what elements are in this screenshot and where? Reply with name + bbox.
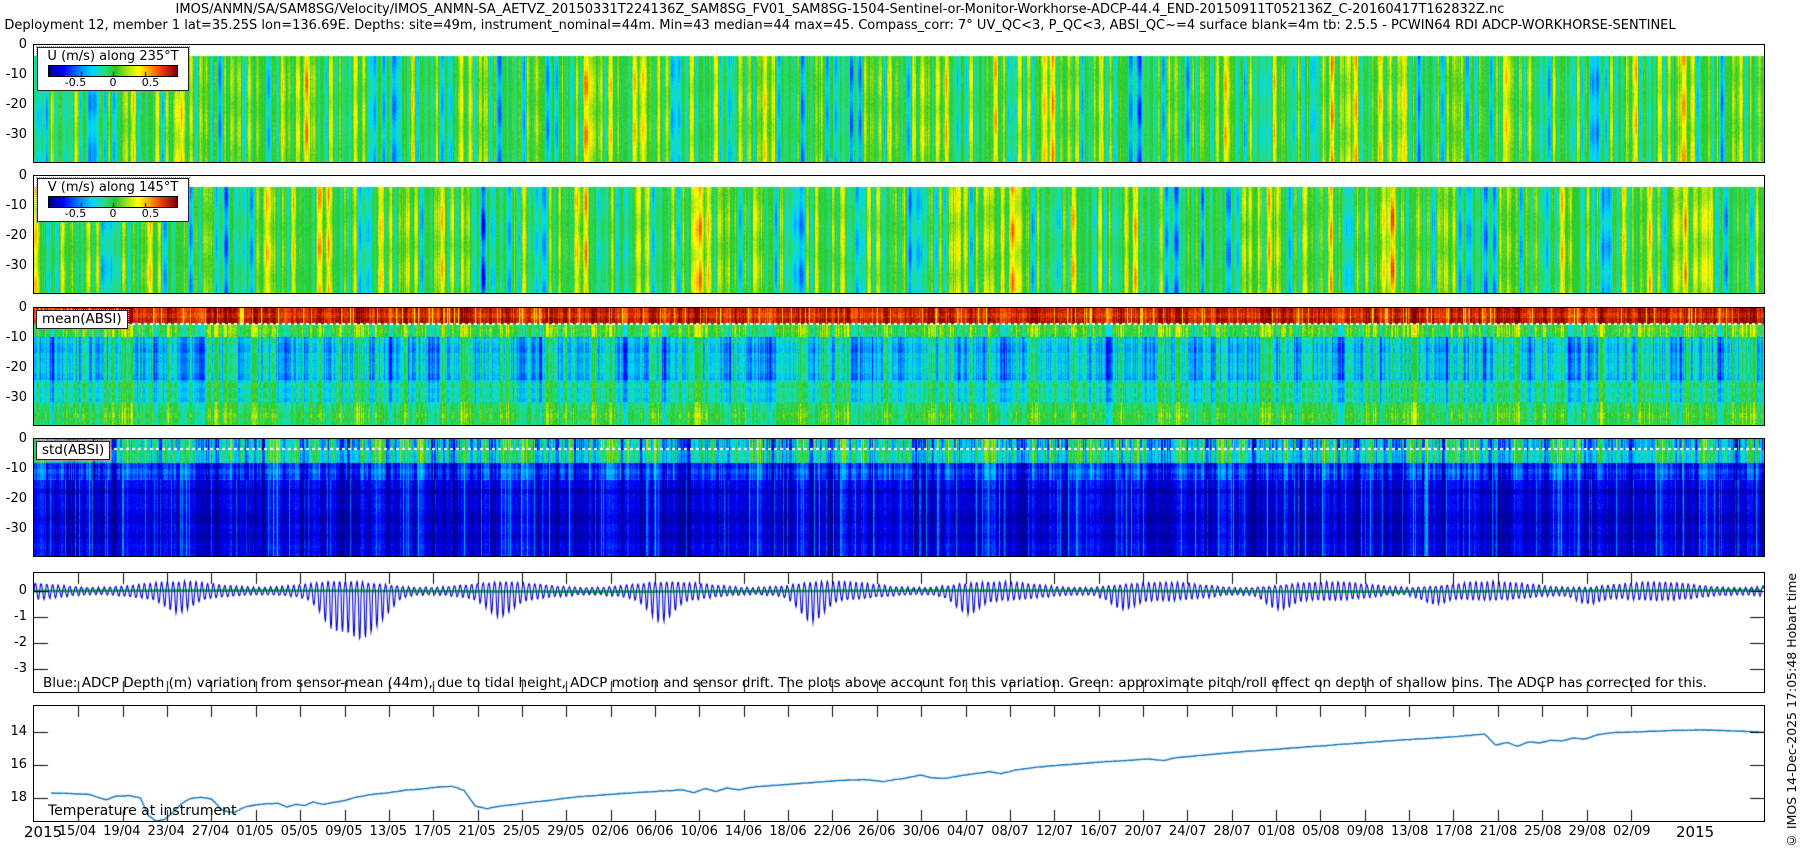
y-tick-label: 14 [10,725,27,739]
y-tick-label: -30 [6,391,27,405]
std-absi-label: std(ABSI) [36,441,110,460]
y-tick-label: 0 [19,38,27,52]
y-tick-label: -30 [6,522,27,536]
x-axis: 2015 2015 15/0419/0423/0427/0401/0505/05… [0,824,1800,846]
v-velocity-legend-title: V (m/s) along 145°T [38,180,188,195]
v-velocity-heatmap [34,176,1764,293]
panel-mean-absi: mean(ABSI) 0-10-20-30 [33,307,1765,426]
figure-title: IMOS/ANMN/SA/SAM8SG/Velocity/IMOS_ANMN-S… [0,2,1680,18]
mean-absi-heatmap [34,308,1764,425]
u-velocity-y-axis: 0-10-20-30 [0,45,30,162]
colorbar-tick-label: -0.5 [65,207,86,220]
panel-temperature: Temperature at instrument 141618 [33,705,1765,822]
temperature-label: Temperature at instrument [48,803,236,819]
y-tick-label: -10 [6,199,27,213]
y-tick-label: -1 [14,610,27,624]
x-tick-label: 02/09 [1602,824,1662,839]
y-tick-label: -2 [14,636,27,650]
figure-header: IMOS/ANMN/SA/SAM8SG/Velocity/IMOS_ANMN-S… [0,2,1680,34]
panel-depth-variation: Blue: ADCP Depth (m) variation from sens… [33,572,1765,693]
colorbar-tick-label: 0.5 [142,76,160,89]
colorbar-tick-label: -0.5 [65,76,86,89]
y-tick-label: 0 [19,301,27,315]
y-tick-label: 16 [10,758,27,772]
y-tick-label: -20 [6,98,27,112]
depth-variation-y-axis: 0 -1 -2 -3 [0,573,30,692]
panel-std-absi: std(ABSI) 0-10-20-30 [33,438,1765,557]
y-tick-label: -30 [6,128,27,142]
u-velocity-legend: U (m/s) along 235°T -0.5 0 0.5 [37,47,189,91]
colorbar-tick-label: 0.5 [142,207,160,220]
depth-variation-caption: Blue: ADCP Depth (m) variation from sens… [43,675,1707,691]
y-tick-label: -3 [14,662,27,676]
v-velocity-legend: V (m/s) along 145°T -0.5 0 0.5 [37,178,189,222]
mean-absi-y-axis: 0-10-20-30 [0,308,30,425]
panel-u-velocity: U (m/s) along 235°T -0.500.5 0-10-20-30 [33,44,1765,163]
colorbar-tick-label: 0 [110,207,117,220]
y-tick-label: -30 [6,259,27,273]
copyright-watermark: © IMOS 14-Dec-2025 17:05:48 Hobart time [1784,573,1799,848]
x-axis-year-right: 2015 [1676,823,1714,841]
y-tick-label: -10 [6,331,27,345]
figure-subtitle: Deployment 12, member 1 lat=35.25S lon=1… [0,18,1680,34]
y-tick-label: -10 [6,462,27,476]
v-velocity-colorbar-ticks: -0.5 0 0.5 [38,208,188,221]
y-tick-label: -20 [6,361,27,375]
y-tick-label: 18 [10,791,27,805]
y-tick-label: -20 [6,229,27,243]
std-absi-heatmap [34,439,1764,556]
v-velocity-y-axis: 0-10-20-30 [0,176,30,293]
colorbar-tick-label: 0 [110,76,117,89]
y-tick-label: -20 [6,492,27,506]
mean-absi-label: mean(ABSI) [36,310,128,329]
y-tick-label: -10 [6,68,27,82]
temperature-y-axis: 14 16 18 [0,706,30,821]
adcp-deployment-figure: IMOS/ANMN/SA/SAM8SG/Velocity/IMOS_ANMN-S… [0,0,1800,850]
temperature-plot [34,706,1764,821]
u-velocity-legend-title: U (m/s) along 235°T [38,49,188,64]
y-tick-label: 0 [19,432,27,446]
u-velocity-colorbar-ticks: -0.5 0 0.5 [38,77,188,90]
y-tick-label: 0 [19,584,27,598]
std-absi-y-axis: 0-10-20-30 [0,439,30,556]
y-tick-label: 0 [19,169,27,183]
u-velocity-heatmap [34,45,1764,162]
panel-v-velocity: V (m/s) along 145°T -0.500.5 0-10-20-30 [33,175,1765,294]
